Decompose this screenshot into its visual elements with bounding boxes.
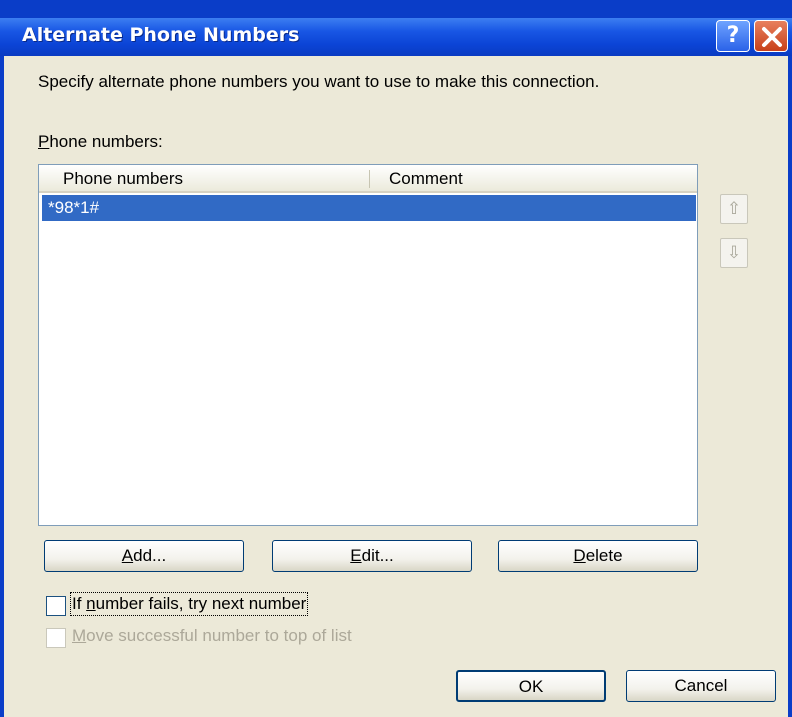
delete-button-label: elete	[585, 546, 623, 565]
mnemonic-p: P	[38, 132, 50, 151]
delete-button[interactable]: Delete	[498, 540, 698, 572]
help-icon: ?	[726, 23, 740, 48]
column-divider[interactable]	[369, 170, 370, 188]
move-to-top-label: Move successful number to top of list	[72, 626, 352, 646]
phone-label-rest: hone numbers:	[49, 132, 163, 151]
arrow-down-icon: ⇩	[726, 243, 742, 262]
window-title: Alternate Phone Numbers	[22, 24, 300, 46]
help-button[interactable]: ?	[716, 20, 750, 52]
try-next-label[interactable]: If number fails, try next number	[69, 592, 309, 616]
instructions-text: Specify alternate phone numbers you want…	[38, 72, 600, 91]
list-header: Phone numbers Comment	[39, 165, 697, 193]
try-next-checkbox[interactable]	[46, 596, 66, 616]
arrow-up-icon: ⇧	[726, 199, 742, 218]
mnemonic-m: M	[72, 626, 87, 645]
phone-numbers-label: Phone numbers:	[38, 132, 163, 152]
mnemonic-n: n	[86, 594, 96, 613]
cancel-button[interactable]: Cancel	[626, 670, 776, 702]
close-icon	[762, 27, 782, 47]
mnemonic-a: A	[121, 546, 134, 565]
try-next-rest: umber fails, try next number	[95, 594, 307, 613]
list-item-phone: *98*1#	[48, 198, 100, 217]
column-header-comment[interactable]: Comment	[389, 169, 463, 189]
close-button[interactable]	[754, 20, 788, 52]
edit-button-label: dit...	[361, 546, 394, 565]
add-button[interactable]: Add...	[44, 540, 244, 572]
try-next-prefix: If	[72, 594, 87, 613]
move-down-button[interactable]: ⇩	[720, 238, 748, 268]
mnemonic-e: E	[350, 546, 362, 565]
edit-button[interactable]: Edit...	[272, 540, 472, 572]
mnemonic-d: D	[573, 546, 586, 565]
ok-button[interactable]: OK	[456, 670, 606, 702]
move-to-top-checkbox[interactable]	[46, 628, 66, 648]
move-to-top-rest: ove successful number to top of list	[86, 626, 352, 645]
move-up-button[interactable]: ⇧	[720, 194, 748, 224]
column-header-phone-numbers[interactable]: Phone numbers	[63, 169, 183, 189]
phone-numbers-list[interactable]: Phone numbers Comment *98*1#	[38, 164, 698, 526]
list-item[interactable]: *98*1#	[42, 195, 696, 221]
add-button-label: dd...	[133, 546, 167, 565]
